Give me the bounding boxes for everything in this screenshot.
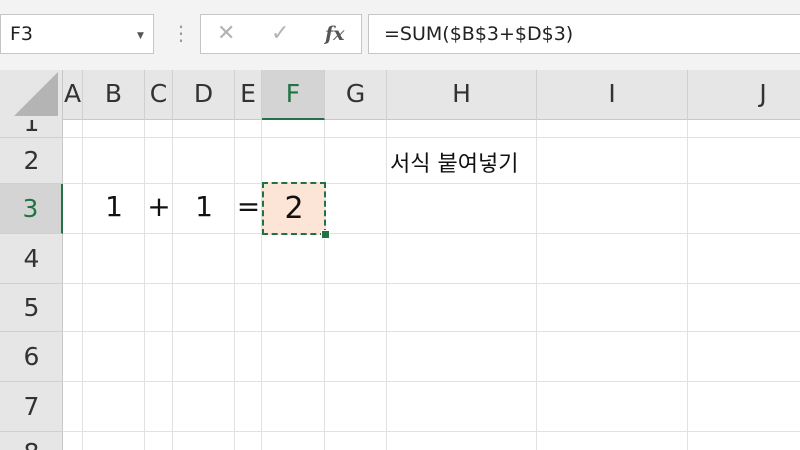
gridline (324, 120, 325, 450)
column-header-j[interactable]: J (688, 70, 800, 120)
column-header-e[interactable]: E (235, 70, 262, 120)
column-header-d[interactable]: D (173, 70, 235, 120)
gridline (63, 137, 800, 138)
row-header-7[interactable]: 7 (0, 382, 63, 432)
cell-f3-selected[interactable]: 2 (262, 182, 326, 235)
gridline (63, 331, 800, 332)
name-box[interactable]: F3 ▼ (0, 14, 154, 54)
gridline (536, 120, 537, 450)
cell-d3[interactable]: 1 (173, 190, 235, 223)
gridline (172, 120, 173, 450)
column-header-i[interactable]: I (537, 70, 688, 120)
select-all-button[interactable] (0, 70, 63, 120)
gridline (687, 120, 688, 450)
column-header-b[interactable]: B (83, 70, 145, 120)
name-box-value: F3 (10, 23, 34, 45)
formula-bar: F3 ▼ ⋮ ✕ ✓ fx =SUM($B$3+$D$3) (0, 0, 800, 70)
cell-c3[interactable]: + (145, 190, 173, 223)
gridline (234, 120, 235, 450)
select-all-triangle-icon (14, 72, 58, 116)
row-header-2[interactable]: 2 (0, 138, 63, 184)
gridline (63, 381, 800, 382)
gridline (261, 120, 262, 450)
gridline (63, 233, 800, 234)
gridline (144, 120, 145, 450)
insert-function-icon[interactable]: fx (325, 23, 345, 45)
formula-buttons: ✕ ✓ fx (200, 14, 362, 54)
gridline (63, 283, 800, 284)
column-header-g[interactable]: G (325, 70, 387, 120)
row-header-6[interactable]: 6 (0, 332, 63, 382)
row-header-3[interactable]: 3 (0, 184, 63, 234)
cell-e3[interactable]: = (235, 190, 262, 223)
cell-b3[interactable]: 1 (83, 190, 145, 223)
row-header-4[interactable]: 4 (0, 234, 63, 284)
row-header-8[interactable]: 8 (0, 432, 63, 450)
row-header-1[interactable]: 1 (0, 120, 63, 138)
gridline (82, 120, 83, 450)
chevron-down-icon[interactable]: ▼ (137, 31, 144, 41)
formula-input[interactable]: =SUM($B$3+$D$3) (368, 14, 800, 54)
column-header-f[interactable]: F (262, 70, 325, 120)
formula-text: =SUM($B$3+$D$3) (384, 23, 574, 45)
gridline (63, 431, 800, 432)
column-header-h[interactable]: H (387, 70, 537, 120)
cancel-icon[interactable]: ✕ (217, 21, 235, 46)
cell-h2[interactable]: 서식 붙여넣기 (390, 146, 518, 178)
gridline (386, 120, 387, 450)
row-header-bar: 1 2 3 4 5 6 7 8 (0, 120, 63, 450)
column-header-a[interactable]: A (63, 70, 83, 120)
drag-handle-icon[interactable]: ⋮ (171, 18, 191, 48)
enter-icon[interactable]: ✓ (271, 21, 289, 46)
column-header-c[interactable]: C (145, 70, 173, 120)
gridline (63, 183, 800, 184)
row-header-5[interactable]: 5 (0, 284, 63, 332)
fill-handle[interactable] (321, 230, 330, 239)
